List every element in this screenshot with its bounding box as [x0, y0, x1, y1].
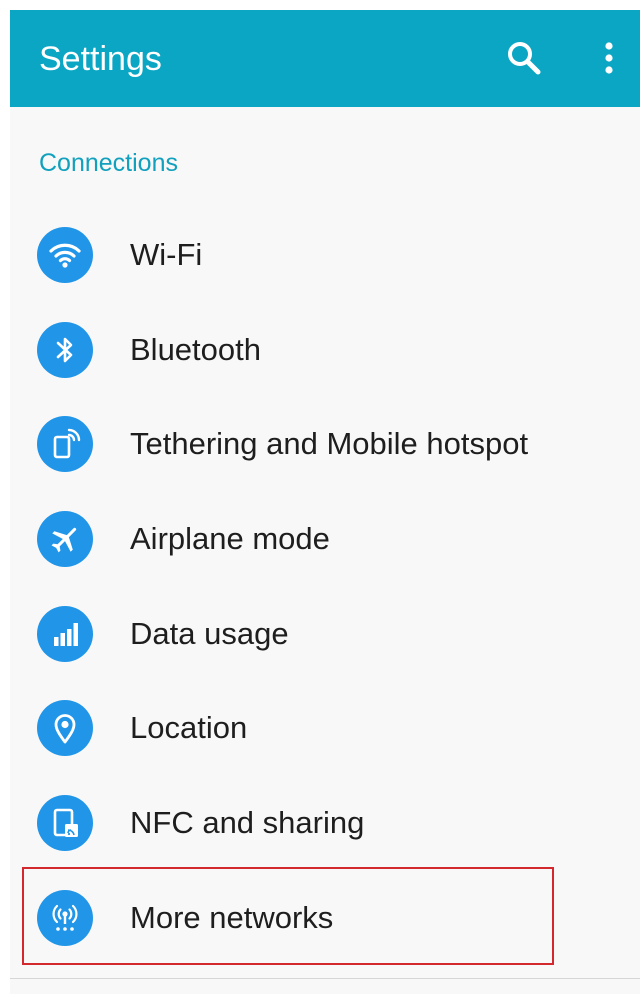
list-item-label: NFC and sharing	[130, 805, 365, 841]
hotspot-icon	[37, 416, 93, 473]
list-item-tethering[interactable]: Tethering and Mobile hotspot	[10, 397, 640, 492]
app-bar: Settings	[10, 10, 640, 107]
list-item-label: Wi-Fi	[130, 237, 203, 272]
list-item-bluetooth[interactable]: Bluetooth	[10, 303, 640, 398]
list-item-label: More networks	[130, 899, 334, 935]
more-options-button[interactable]	[583, 32, 635, 84]
list-item-location[interactable]: Location	[10, 681, 640, 776]
location-icon	[37, 700, 93, 757]
list-item-nfc-sharing[interactable]: NFC and sharing	[10, 776, 640, 871]
divider	[10, 978, 640, 979]
more-vert-icon	[605, 42, 613, 74]
list-item-data-usage[interactable]: Data usage	[10, 587, 640, 682]
section-header-connections: Connections	[39, 149, 178, 177]
settings-screen: Settings Connections Wi-Fi Bluetooth Tet…	[10, 10, 640, 994]
search-button[interactable]	[498, 32, 550, 84]
list-item-label: Location	[130, 710, 248, 746]
list-item-airplane-mode[interactable]: Airplane mode	[10, 492, 640, 587]
airplane-icon	[37, 511, 93, 568]
nfc-icon	[37, 795, 93, 852]
list-item-label: Data usage	[130, 615, 289, 651]
list-item-label: Airplane mode	[130, 521, 330, 557]
antenna-icon	[37, 889, 93, 946]
data-usage-icon	[37, 605, 93, 662]
list-item-wifi[interactable]: Wi-Fi	[10, 208, 640, 303]
wifi-icon	[37, 227, 93, 283]
connections-list: Wi-Fi Bluetooth Tethering and Mobile hot…	[10, 208, 640, 966]
list-item-label: Tethering and Mobile hotspot	[130, 426, 529, 462]
list-item-label: Bluetooth	[130, 331, 261, 367]
search-icon	[508, 42, 541, 75]
bluetooth-icon	[37, 321, 93, 378]
list-item-more-networks[interactable]: More networks	[10, 871, 640, 966]
page-title: Settings	[39, 40, 162, 78]
